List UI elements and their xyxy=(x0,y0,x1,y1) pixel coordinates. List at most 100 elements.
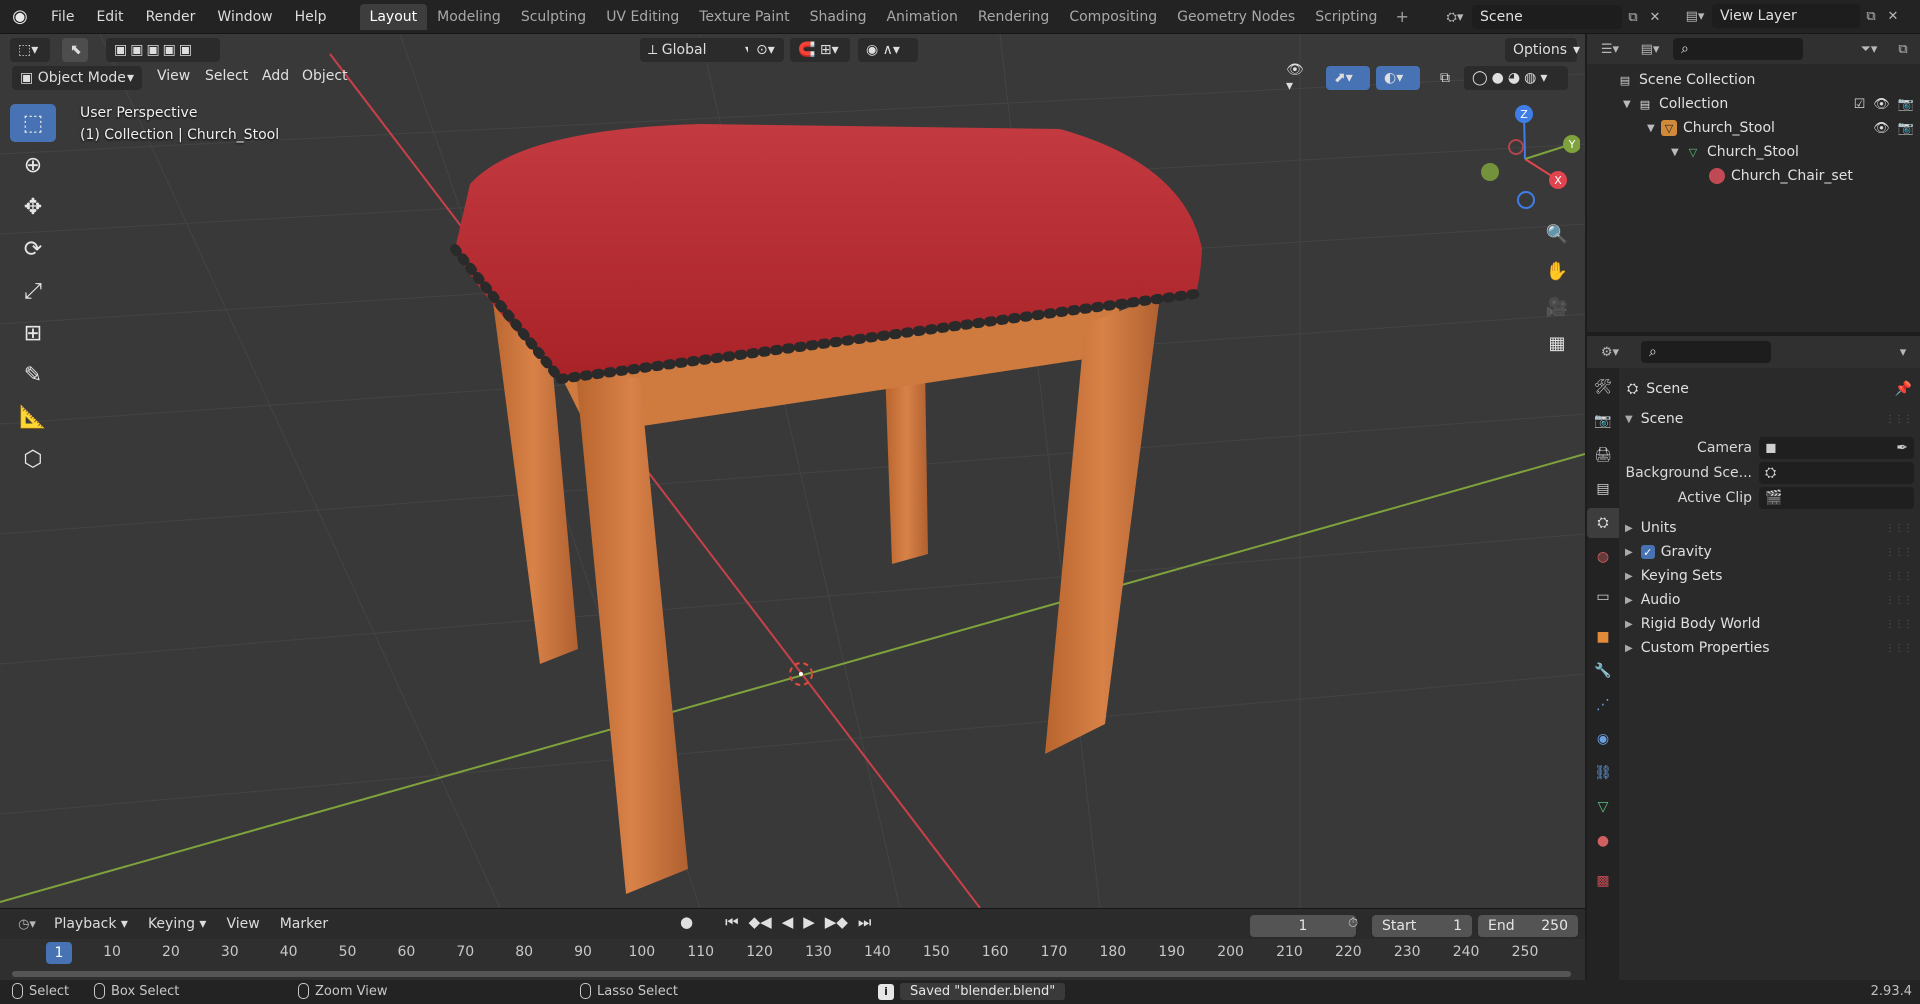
properties-editor-type-icon[interactable]: ⚙▾ xyxy=(1593,341,1627,363)
timeline-editor-type-icon[interactable]: ◷▾ xyxy=(10,913,44,935)
blender-logo-icon[interactable]: ◉ xyxy=(0,0,40,34)
tool-tab-icon[interactable]: 🛠 xyxy=(1587,372,1619,402)
editor-type-icon[interactable]: ⬚▾ xyxy=(10,38,50,62)
render-tab-icon[interactable]: 📷 xyxy=(1587,406,1619,436)
end-frame-field[interactable]: End 250 xyxy=(1478,915,1578,937)
delete-scene-icon[interactable]: ✕ xyxy=(1644,6,1666,28)
transform-tool-icon[interactable]: ⊞ xyxy=(10,314,56,352)
world-tab-icon[interactable]: ◍ xyxy=(1587,542,1619,572)
prev-keyframe-icon[interactable]: ◆◀ xyxy=(749,913,772,931)
ortho-toggle-icon[interactable]: ▦ xyxy=(1542,328,1572,358)
cursor-tool-icon[interactable]: ⊕ xyxy=(10,146,56,184)
collection-tab-icon[interactable]: ▭ xyxy=(1587,582,1619,612)
next-keyframe-icon[interactable]: ▶◆ xyxy=(825,913,848,931)
record-icon[interactable]: ● xyxy=(680,913,693,931)
camera-view-icon[interactable]: 🎥 xyxy=(1542,292,1572,322)
gravity-checkbox[interactable]: ✓ xyxy=(1640,545,1655,559)
background-scene-field[interactable]: ⛭ xyxy=(1759,462,1914,484)
mode-dropdown[interactable]: ▣ Object Mode ▾ xyxy=(12,66,142,90)
mesh-data-tab-icon[interactable]: ▽ xyxy=(1587,792,1619,822)
navigation-gizmo[interactable]: X Y Z xyxy=(1470,104,1580,214)
tab-compositing[interactable]: Compositing xyxy=(1059,4,1167,30)
gravity-panel-header[interactable]: ▶ ✓ Gravity ⋮⋮⋮ xyxy=(1621,539,1920,565)
proportional-edit-icon[interactable]: ◉ ∧▾ xyxy=(858,38,918,62)
add-workspace-button[interactable]: + xyxy=(1387,7,1416,26)
timeline-menu-playback[interactable]: Playback ▾ xyxy=(44,916,138,932)
expand-triangle-icon[interactable]: ▼ xyxy=(1671,147,1685,158)
options-dropdown[interactable]: Options ▾ xyxy=(1505,38,1580,62)
tab-sculpting[interactable]: Sculpting xyxy=(511,4,596,30)
menu-edit[interactable]: Edit xyxy=(85,0,134,34)
chevron-down-icon[interactable]: ▾ xyxy=(1892,341,1914,363)
scene-browse-icon[interactable]: ⛭▾ xyxy=(1444,6,1466,28)
physics-tab-icon[interactable]: ◉ xyxy=(1587,724,1619,754)
drag-grip-icon[interactable]: ⋮⋮⋮ xyxy=(1885,619,1913,630)
jump-start-icon[interactable]: ⏮ xyxy=(725,913,739,931)
visibility-eye-icon[interactable]: 👁 xyxy=(1873,121,1890,136)
viewport-menu-view[interactable]: View xyxy=(157,64,190,88)
particles-tab-icon[interactable]: ⋰ xyxy=(1587,690,1619,720)
outliner-row-object[interactable]: ▼ ▽ Church_Stool 👁 📷 xyxy=(1587,116,1920,140)
menu-file[interactable]: File xyxy=(40,0,85,34)
expand-triangle-icon[interactable]: ▼ xyxy=(1647,123,1661,134)
viewport-menu-add[interactable]: Add xyxy=(262,64,289,88)
tool-settings-icon[interactable]: ⬉ xyxy=(62,38,88,62)
object-tab-icon[interactable]: ■ xyxy=(1587,622,1619,652)
outliner-editor-type-icon[interactable]: ☰▾ xyxy=(1593,38,1627,60)
stopwatch-icon[interactable]: ⏱ xyxy=(1348,916,1358,931)
constraints-tab-icon[interactable]: ⛓ xyxy=(1587,758,1619,788)
zoom-view-icon[interactable]: 🔍 xyxy=(1542,219,1572,249)
camera-field[interactable]: ◼ ✒ xyxy=(1759,437,1914,459)
drag-grip-icon[interactable]: ⋮⋮⋮ xyxy=(1885,523,1913,534)
new-scene-icon[interactable]: ⧉ xyxy=(1622,6,1644,28)
view-layer-field[interactable]: View Layer xyxy=(1712,4,1860,28)
pan-view-icon[interactable]: ✋ xyxy=(1542,256,1572,286)
tab-scripting[interactable]: Scripting xyxy=(1305,4,1387,30)
visibility-icon[interactable]: 👁▾ xyxy=(1278,62,1318,94)
drag-grip-icon[interactable]: ⋮⋮⋮ xyxy=(1885,643,1913,654)
pin-icon[interactable]: 📌 xyxy=(1895,381,1912,397)
rotate-tool-icon[interactable]: ⟳ xyxy=(10,230,56,268)
scene-panel-header[interactable]: ▼ Scene ⋮⋮⋮ xyxy=(1621,406,1920,432)
scale-tool-icon[interactable]: ⤢ xyxy=(10,272,56,310)
timeline-menu-view[interactable]: View xyxy=(216,916,269,932)
3d-viewport[interactable]: ⬚▾ ⬉ ▣▣▣▣▣ ⟂ Global ▾ ⊙▾ 🧲 ⊞▾ ◉ ∧▾ Optio… xyxy=(0,34,1585,908)
drag-grip-icon[interactable]: ⋮⋮⋮ xyxy=(1885,414,1913,425)
modifier-tab-icon[interactable]: 🔧 xyxy=(1587,656,1619,686)
texture-tab-icon[interactable]: ▩ xyxy=(1587,866,1619,896)
overlay-toggle-icon[interactable]: ◐▾ xyxy=(1376,66,1420,90)
jump-end-icon[interactable]: ⏭ xyxy=(858,913,872,931)
frame-cursor[interactable]: 1 xyxy=(46,942,72,964)
drag-grip-icon[interactable]: ⋮⋮⋮ xyxy=(1885,595,1913,606)
view-layer-tab-icon[interactable]: ▤ xyxy=(1587,474,1619,504)
play-reverse-icon[interactable]: ◀ xyxy=(782,913,794,931)
units-panel-header[interactable]: ▶ Units ⋮⋮⋮ xyxy=(1621,515,1920,541)
outliner-row-mesh[interactable]: ▼ ▽ Church_Stool xyxy=(1587,140,1920,164)
timeline-scrollbar[interactable] xyxy=(12,971,1571,977)
tab-texture-paint[interactable]: Texture Paint xyxy=(689,4,799,30)
pivot-point-icon[interactable]: ⊙▾ xyxy=(748,38,784,62)
shading-mode-icons[interactable]: ◯●◕◍▾ xyxy=(1464,66,1568,90)
snap-icon[interactable]: 🧲 ⊞▾ xyxy=(790,38,850,62)
outliner-row-collection[interactable]: ▼ ▤ Collection ☑ 👁 📷 xyxy=(1587,92,1920,116)
gizmo-toggle-icon[interactable]: ⬈▾ xyxy=(1326,66,1370,90)
view-layer-browse-icon[interactable]: ▤▾ xyxy=(1684,5,1706,27)
filter-icon[interactable]: ⏷▾ xyxy=(1852,38,1886,60)
current-frame-field[interactable]: 1 xyxy=(1250,915,1356,937)
drag-grip-icon[interactable]: ⋮⋮⋮ xyxy=(1885,547,1913,558)
drag-grip-icon[interactable]: ⋮⋮⋮ xyxy=(1885,571,1913,582)
start-frame-field[interactable]: Start 1 xyxy=(1372,915,1472,937)
menu-render[interactable]: Render xyxy=(135,0,207,34)
xray-icon[interactable]: ⧉ xyxy=(1432,66,1456,90)
transform-orientation-dropdown[interactable]: ⟂ Global ▾ xyxy=(640,38,760,62)
select-box-tool-icon[interactable]: ⬚ xyxy=(10,104,56,142)
new-view-layer-icon[interactable]: ⧉ xyxy=(1860,5,1882,27)
tab-animation[interactable]: Animation xyxy=(876,4,967,30)
keying-sets-panel-header[interactable]: ▶ Keying Sets ⋮⋮⋮ xyxy=(1621,563,1920,589)
timeline-menu-keying[interactable]: Keying ▾ xyxy=(138,916,217,932)
menu-window[interactable]: Window xyxy=(206,0,283,34)
timeline-menu-marker[interactable]: Marker xyxy=(270,916,338,932)
outliner-row-material[interactable]: Church_Chair_set xyxy=(1587,164,1920,188)
viewport-menu-object[interactable]: Object xyxy=(302,64,348,88)
tab-shading[interactable]: Shading xyxy=(800,4,877,30)
